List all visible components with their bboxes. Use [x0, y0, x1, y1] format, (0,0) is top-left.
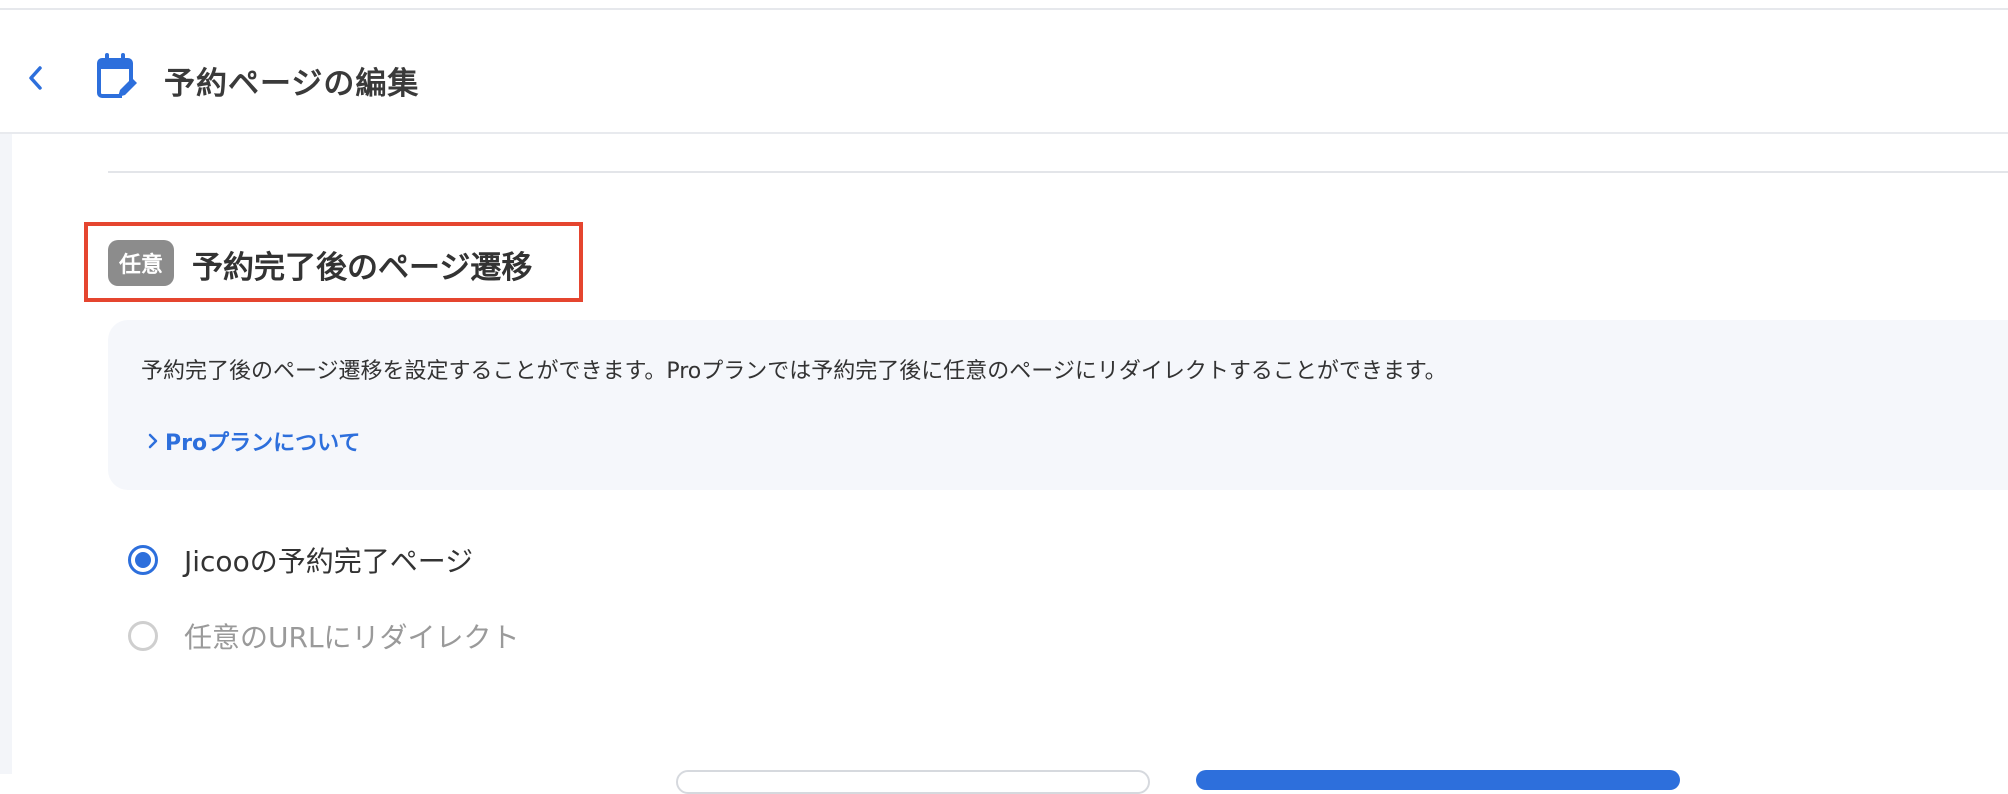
optional-badge: 任意	[108, 240, 174, 286]
info-panel	[108, 320, 2008, 490]
option-redirect-url[interactable]: 任意のURLにリダイレクト	[128, 616, 520, 656]
page-title: 予約ページの編集	[164, 66, 420, 102]
page-header: 予約ページの編集	[0, 10, 2008, 134]
option-label: Jicooの予約完了ページ	[184, 545, 474, 578]
section-title: 予約完了後のページ遷移	[192, 250, 533, 286]
section-divider	[108, 171, 2008, 173]
back-button[interactable]	[18, 53, 54, 103]
left-rail	[0, 134, 12, 774]
pro-plan-link[interactable]: Proプランについて	[147, 425, 360, 457]
radio-selected[interactable]	[128, 545, 158, 575]
option-jicoo-complete-page[interactable]: Jicooの予約完了ページ	[128, 540, 473, 580]
chevron-left-icon	[29, 66, 42, 90]
pro-plan-link-label: Proプランについて	[165, 431, 361, 456]
option-label: 任意のURLにリダイレクト	[184, 621, 520, 654]
primary-button[interactable]	[1196, 770, 1680, 790]
radio-unselected[interactable]	[128, 621, 158, 651]
chevron-right-icon	[148, 433, 158, 449]
info-description: 予約完了後のページ遷移を設定することができます。Proプランでは予約完了後に任意…	[141, 359, 1447, 384]
calendar-edit-icon	[97, 53, 138, 99]
